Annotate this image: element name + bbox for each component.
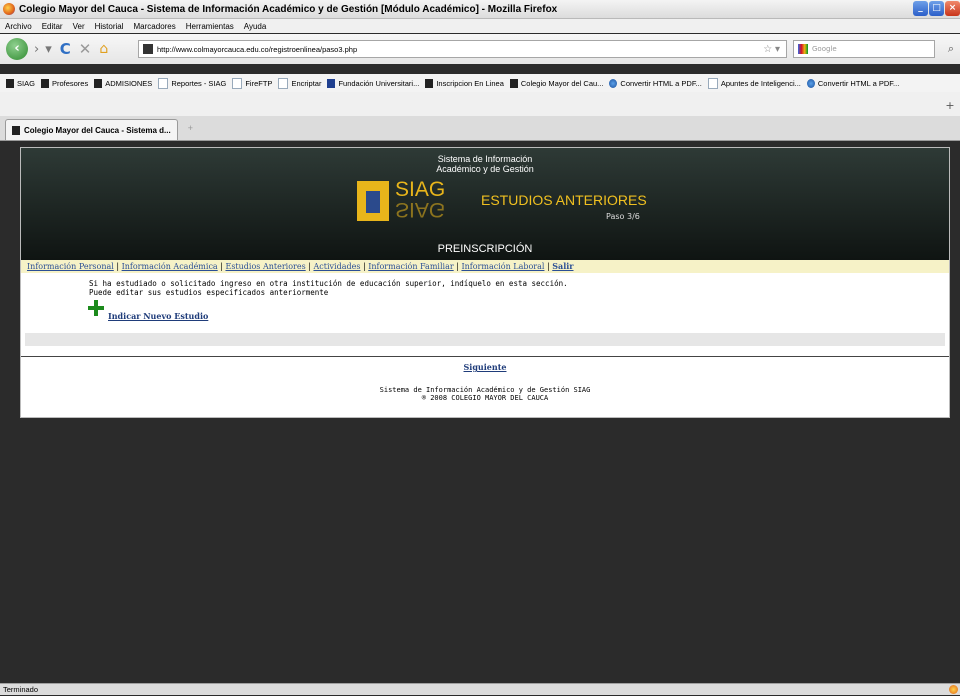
nav-informacion-laboral[interactable]: Información Laboral [461, 262, 544, 271]
google-icon [798, 44, 808, 54]
page-icon [707, 77, 718, 89]
stop-icon[interactable]: ✕ [79, 40, 92, 58]
menu-ayuda[interactable]: Ayuda [244, 22, 267, 31]
forward-button[interactable]: › [34, 42, 39, 57]
bookmark-item[interactable]: SIAG [6, 78, 35, 88]
siag-header: Sistema de Información Académico y de Ge… [21, 148, 949, 260]
bookmark-item[interactable]: Fundación Universitari... [327, 78, 419, 88]
page-icon [232, 77, 243, 89]
menu-editar[interactable]: Editar [42, 22, 63, 31]
bookmark-item[interactable]: Profesores [40, 78, 88, 88]
system-title: Sistema de Información Académico y de Ge… [436, 154, 534, 174]
bookmark-item[interactable]: Colegio Mayor del Cau... [509, 78, 603, 88]
bookmark-item[interactable]: Apuntes de Inteligenci... [707, 77, 801, 89]
new-tab-icon[interactable]: + [188, 123, 193, 133]
menu-archivo[interactable]: Archivo [5, 22, 32, 31]
grid-icon [327, 78, 336, 88]
tab-label: Colegio Mayor del Cauca - Sistema d... [24, 125, 171, 135]
page-icon [158, 77, 169, 89]
nav-informacion-familiar[interactable]: Información Familiar [368, 262, 453, 271]
nav-estudios-anteriores[interactable]: Estudios Anteriores [225, 262, 305, 271]
instructions: Si ha estudiado o solicitado ingreso en … [89, 279, 568, 297]
window-controls: _ □ × [913, 1, 960, 16]
firefox-icon [3, 3, 15, 15]
menu-bar: Archivo Editar Ver Historial Marcadores … [0, 19, 960, 33]
siag-icon [12, 125, 20, 135]
globe-icon [609, 78, 618, 88]
window-title: Colegio Mayor del Cauca - Sistema de Inf… [19, 3, 558, 15]
menu-marcadores[interactable]: Marcadores [134, 22, 176, 31]
web-page: Sistema de Información Académico y de Ge… [20, 147, 950, 418]
page-icon [278, 77, 289, 89]
siag-icon [40, 78, 49, 88]
studies-list-empty [25, 333, 945, 346]
next-link[interactable]: Siguiente [21, 362, 949, 372]
bookmark-star-icon[interactable]: ☆ ▾ [763, 44, 780, 55]
close-window-button[interactable]: × [945, 1, 960, 16]
site-favicon-icon [143, 44, 153, 54]
search-placeholder: Google [812, 45, 837, 53]
step-indicator: Paso 3/6 [606, 212, 640, 221]
address-bar[interactable]: http://www.colmayorcauca.edu.co/registro… [138, 40, 787, 58]
page-footer: Sistema de Información Académico y de Ge… [379, 386, 591, 402]
menu-ver[interactable]: Ver [73, 22, 85, 31]
tab-active[interactable]: Colegio Mayor del Cauca - Sistema d... + [5, 119, 193, 140]
window-titlebar: Colegio Mayor del Cauca - Sistema de Inf… [0, 0, 960, 19]
add-study-link[interactable]: Indicar Nuevo Estudio [108, 311, 208, 321]
status-text: Terminado [3, 685, 39, 694]
nav-actividades[interactable]: Actividades [313, 262, 360, 271]
nav-salir[interactable]: Salir [552, 261, 573, 271]
siag-icon [94, 78, 103, 88]
bookmark-item[interactable]: Convertir HTML a PDF... [609, 78, 702, 88]
building-icon [357, 181, 389, 221]
siag-logo: SIAG SIAG [357, 178, 453, 229]
firefox-status-icon [949, 685, 958, 694]
search-input[interactable]: Google [793, 40, 935, 58]
nav-informacion-personal[interactable]: Información Personal [27, 262, 114, 271]
bookmark-item[interactable]: Convertir HTML a PDF... [806, 78, 899, 88]
back-button[interactable]: ‹ [6, 38, 28, 60]
globe-icon [806, 78, 815, 88]
history-dropdown-icon[interactable]: ▾ [45, 42, 52, 57]
toolbar-spacer [0, 92, 960, 116]
bookmark-item[interactable]: FireFTP [232, 77, 272, 89]
bookmarks-toolbar: SIAG Profesores ADMISIONES Reportes - SI… [0, 74, 960, 92]
section-nav: Información Personal | Información Acadé… [21, 260, 949, 273]
minimize-button[interactable]: _ [913, 1, 928, 16]
menu-herramientas[interactable]: Herramientas [186, 22, 234, 31]
maximize-button[interactable]: □ [929, 1, 944, 16]
divider [21, 356, 949, 357]
content-area: Si ha estudiado o solicitado ingreso en … [21, 273, 949, 333]
siag-icon [425, 78, 434, 88]
bookmark-item[interactable]: Inscripcion En Linea [425, 78, 504, 88]
reload-icon[interactable]: C [60, 40, 71, 58]
add-icon[interactable] [88, 300, 104, 316]
section-title: ESTUDIOS ANTERIORES [481, 192, 647, 208]
search-icon[interactable]: ⌕ [948, 42, 954, 56]
logo-reflection: SIAG [395, 198, 446, 221]
bookmark-item[interactable]: Encriptar [278, 77, 321, 89]
siag-icon [509, 78, 518, 88]
nav-informacion-academica[interactable]: Información Académica [122, 262, 218, 271]
tab-bar: Colegio Mayor del Cauca - Sistema d... + [0, 116, 960, 141]
menu-historial[interactable]: Historial [95, 22, 124, 31]
navigation-toolbar: ‹ › ▾ C ✕ ⌂ http://www.colmayorcauca.edu… [0, 34, 960, 64]
siag-icon [6, 78, 14, 88]
address-url: http://www.colmayorcauca.edu.co/registro… [157, 44, 358, 54]
bookmark-item[interactable]: ADMISIONES [94, 78, 152, 88]
status-bar: Terminado [0, 683, 960, 695]
plus-icon[interactable]: + [944, 100, 956, 112]
preinscripcion-label: PREINSCRIPCIÓN [437, 243, 533, 255]
bookmark-item[interactable]: Reportes - SIAG [158, 77, 226, 89]
home-icon[interactable]: ⌂ [99, 41, 108, 57]
